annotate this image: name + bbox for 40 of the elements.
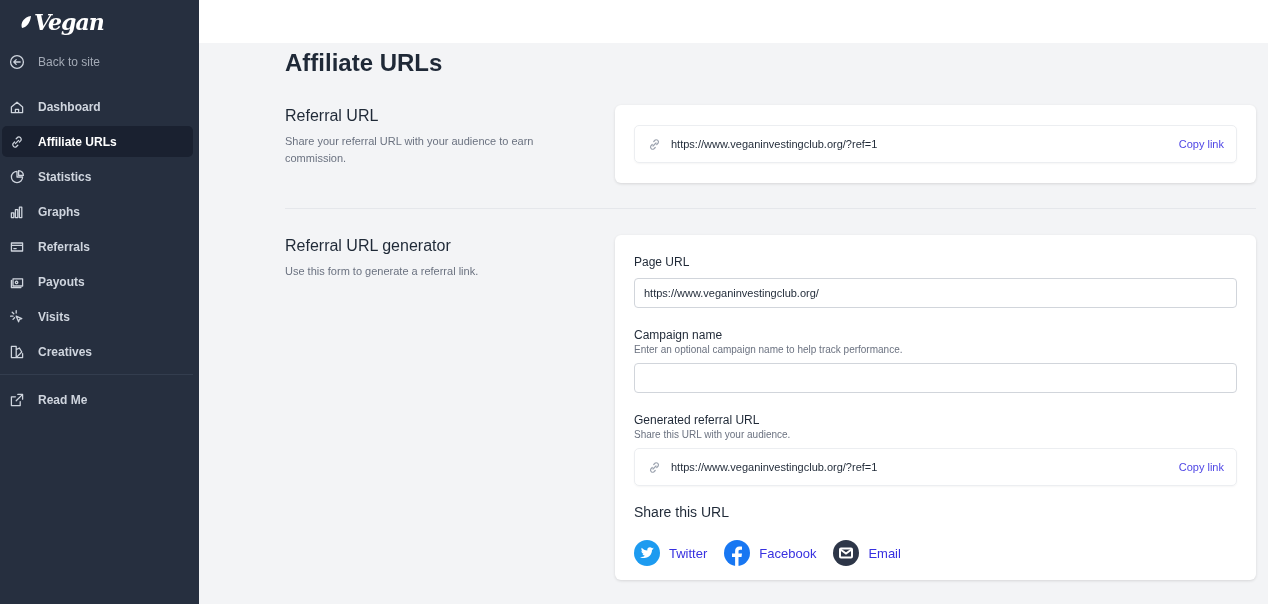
field-label: Page URL — [634, 255, 691, 269]
pie-icon — [9, 168, 25, 185]
field-hint: Enter an optional campaign name to help track performance. — [634, 344, 904, 355]
nav-item[interactable]: Dashboard — [2, 91, 193, 122]
share-title: Share this URL — [634, 504, 730, 520]
section-title: Referral URL generator — [285, 237, 452, 255]
generated-url: https://www.veganinvestingclub.org/?ref=1 — [671, 461, 879, 473]
leaf-icon — [20, 15, 32, 29]
nav-item[interactable]: Affiliate URLs — [2, 126, 193, 157]
page-title: Affiliate URLs — [285, 49, 444, 77]
nav-item[interactable]: Creatives — [2, 336, 193, 367]
link-icon — [647, 459, 662, 475]
link-icon — [9, 133, 25, 150]
nav-item[interactable]: Payouts — [2, 266, 193, 297]
swatch-icon — [9, 343, 25, 360]
referral-url: https://www.veganinvestingclub.org/?ref=1 — [671, 138, 879, 150]
section-description: Share your referral URL with your audience to earn commission. — [285, 134, 535, 166]
nav-item[interactable]: Visits — [2, 301, 193, 332]
share-link[interactable]: Email — [833, 540, 901, 566]
section-description: Use this form to generate a referral link. — [285, 264, 480, 279]
section-title: Referral URL — [285, 107, 380, 125]
share-link[interactable]: Facebook — [724, 540, 817, 566]
logo-text: Vegan — [34, 9, 104, 35]
nav-item[interactable]: Graphs — [2, 196, 193, 227]
copy-link[interactable]: Copy link — [1178, 138, 1224, 150]
share-link[interactable]: Twitter — [634, 540, 708, 566]
logo[interactable]: Vegan — [0, 4, 199, 38]
nav-item[interactable]: Referrals — [2, 231, 193, 262]
field-label: Campaign name — [634, 328, 724, 342]
field-label: Generated referral URL — [634, 413, 761, 427]
field-hint: Share this URL with your audience. — [634, 429, 792, 440]
link-icon — [647, 136, 662, 152]
campaign-name-field[interactable] — [634, 363, 1237, 393]
page-url-field[interactable]: https://www.veganinvestingclub.org/ — [634, 278, 1237, 308]
nav-item[interactable]: Statistics — [2, 161, 193, 192]
cursor-icon — [9, 308, 25, 325]
back-link[interactable]: Back to site — [2, 46, 193, 77]
external-link-icon — [9, 391, 25, 408]
copy-link[interactable]: Copy link — [1178, 461, 1224, 473]
nav-item[interactable]: Read Me — [2, 384, 193, 415]
